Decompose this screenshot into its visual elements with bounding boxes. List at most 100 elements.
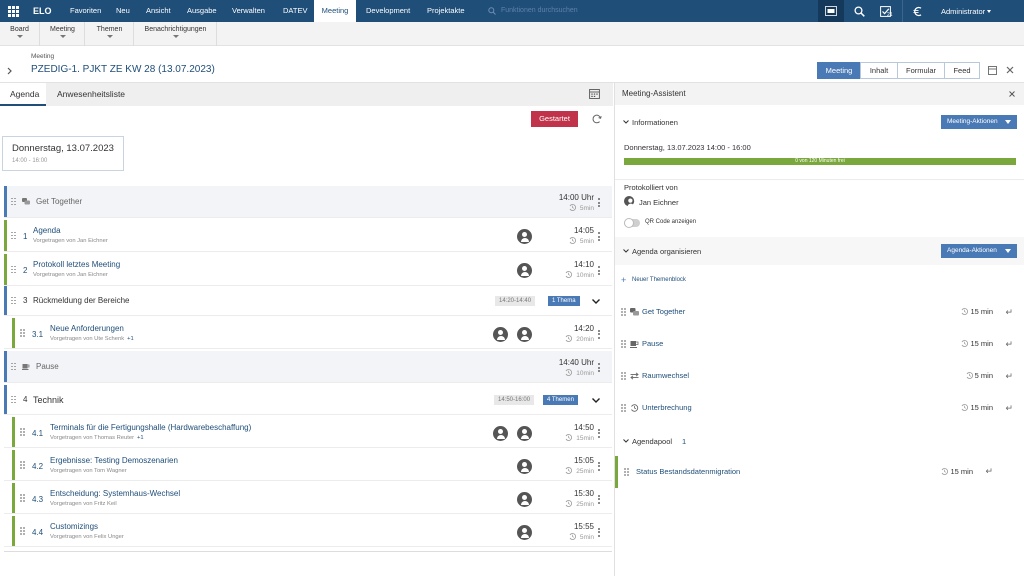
drag-handle-icon[interactable] (11, 197, 16, 206)
nav-verwalten[interactable]: Verwalten (223, 0, 274, 22)
drag-handle-icon[interactable] (11, 395, 16, 404)
tab-agenda[interactable]: Agenda (0, 83, 46, 106)
return-arrow-icon[interactable]: ↵ (985, 466, 993, 477)
agenda-row-item[interactable]: 1 Agenda Vorgetragen von Jan Eichner 14:05 5… (4, 220, 612, 252)
agenda-row-topic[interactable]: 3 Rückmeldung der Bereiche 14:20-14:40 1 Th… (4, 286, 612, 316)
item-title[interactable]: Neue Anforderungen (50, 324, 124, 333)
avatar[interactable] (517, 425, 532, 441)
drag-handle-icon[interactable] (621, 308, 626, 316)
agenda-row-block[interactable]: Get Together 14:00 Uhr 5min (4, 186, 612, 218)
qr-toggle[interactable] (624, 218, 640, 228)
drag-handle-icon[interactable] (20, 329, 25, 337)
view-inhalt[interactable]: Inhalt (860, 62, 898, 79)
window-layout-icon[interactable] (988, 66, 997, 75)
return-arrow-icon[interactable]: ↵ (1005, 371, 1013, 382)
drag-handle-icon[interactable] (621, 404, 626, 412)
close-icon[interactable] (1006, 66, 1014, 74)
agenda-row-sub[interactable]: 4.2 Ergebnisse: Testing Demoszenarien Vorg… (4, 450, 612, 481)
view-formular[interactable]: Formular (897, 62, 945, 79)
tab-anwesenheitsliste[interactable]: Anwesenheitsliste (47, 83, 135, 106)
collapse-chevron-icon[interactable] (592, 299, 600, 304)
item-title[interactable]: Rückmeldung der Bereiche (33, 296, 130, 305)
drag-handle-icon[interactable] (20, 428, 25, 436)
nav-neu[interactable]: Neu (107, 0, 139, 22)
avatar[interactable] (517, 263, 532, 278)
drag-handle-icon[interactable] (621, 372, 626, 380)
nav-favoriten[interactable]: Favoriten (61, 0, 110, 22)
pool-section-header[interactable]: Agendapool 1 (615, 429, 1024, 453)
status-started-button[interactable]: Gestartet (531, 111, 578, 127)
more-options-icon[interactable] (598, 266, 600, 275)
nav-projektakte[interactable]: Projektakte (418, 0, 474, 22)
nav-datev[interactable]: DATEV (274, 0, 316, 22)
collapse-chevron-icon[interactable] (592, 398, 600, 403)
app-grid-icon[interactable] (0, 0, 26, 22)
avatar[interactable] (493, 326, 508, 342)
nav-ausgabe[interactable]: Ausgabe (178, 0, 226, 22)
drag-handle-icon[interactable] (11, 362, 16, 371)
search-box[interactable]: Funktionen durchsuchen (484, 0, 814, 22)
nav-meeting[interactable]: Meeting (314, 0, 356, 22)
agenda-row-sub[interactable]: 4.4 Customizings Vorgetragen von Felix Ung… (4, 516, 612, 547)
agenda-block-item[interactable]: Pause 15 min ↵ (615, 329, 1024, 359)
item-title[interactable]: Protokoll letztes Meeting (33, 260, 120, 269)
more-options-icon[interactable] (598, 232, 600, 241)
avatar[interactable] (517, 229, 532, 244)
more-options-icon[interactable] (598, 527, 600, 537)
agenda-row-sub[interactable]: 4.3 Entscheidung: Systemhaus-Wechsel Vorge… (4, 483, 612, 514)
more-options-icon[interactable] (598, 329, 600, 339)
return-arrow-icon[interactable]: ↵ (1005, 339, 1013, 350)
return-arrow-icon[interactable]: ↵ (1005, 307, 1013, 318)
search-button[interactable] (846, 0, 872, 22)
drag-handle-icon[interactable] (11, 231, 16, 240)
agenda-row-block[interactable]: Pause 14:40 Uhr 10min (4, 351, 612, 383)
drag-handle-icon[interactable] (20, 461, 25, 469)
drag-handle-icon[interactable] (20, 527, 25, 535)
agenda-row-sub[interactable]: 3.1 Neue Anforderungen Vorgetragen von Ute… (4, 318, 612, 349)
drag-handle-icon[interactable] (11, 265, 16, 274)
avatar[interactable] (517, 458, 532, 474)
tasks-button[interactable]: 21 (872, 0, 898, 22)
item-title[interactable]: Entscheidung: Systemhaus-Wechsel (50, 489, 180, 498)
view-feed[interactable]: Feed (944, 62, 980, 79)
nav-ansicht[interactable]: Ansicht (137, 0, 180, 22)
more-options-icon[interactable] (598, 198, 600, 207)
avatar[interactable] (493, 425, 508, 441)
item-title[interactable]: Agenda (33, 226, 61, 235)
agenda-row-item[interactable]: 2 Protokoll letztes Meeting Vorgetragen vo… (4, 254, 612, 286)
agenda-row-sub[interactable]: 4.1 Terminals für die Fertigungshalle (Ha… (4, 417, 612, 448)
more-options-icon[interactable] (598, 494, 600, 504)
pool-item[interactable]: Status Bestandsdatenmigration 15 min ↵ (615, 456, 1024, 488)
avatar[interactable] (517, 524, 532, 540)
return-arrow-icon[interactable]: ↵ (1005, 403, 1013, 414)
toolbar-themen[interactable]: Themen (86, 22, 134, 46)
avatar[interactable] (517, 491, 532, 507)
expand-chevron-icon[interactable] (7, 67, 12, 75)
agenda-row-topic[interactable]: 4 Technik 14:50-16:00 4 Themen (4, 385, 612, 415)
calendar-icon[interactable] (589, 88, 600, 99)
agenda-block-item[interactable]: Raumwechsel 5 min ↵ (615, 361, 1024, 391)
item-title[interactable]: Customizings (50, 522, 98, 531)
finance-button[interactable] (904, 0, 930, 22)
avatar[interactable] (517, 326, 532, 342)
item-title[interactable]: Technik (33, 395, 64, 405)
more-options-icon[interactable] (598, 428, 600, 438)
nav-development[interactable]: Development (357, 0, 419, 22)
user-menu[interactable]: Administrator (933, 0, 1023, 22)
new-block-link[interactable]: + Neuer Themenblock (621, 275, 741, 287)
meeting-actions-button[interactable]: Meeting-Aktionen (941, 115, 1017, 129)
toolbar-benachrichtigungen[interactable]: Benachrichtigungen (135, 22, 217, 46)
drag-handle-icon[interactable] (20, 494, 25, 502)
toolbar-meeting[interactable]: Meeting (41, 22, 85, 46)
agenda-actions-button[interactable]: Agenda-Aktionen (941, 244, 1017, 258)
close-icon[interactable] (1009, 91, 1015, 97)
drag-handle-icon[interactable] (11, 296, 16, 305)
view-meeting[interactable]: Meeting (817, 62, 861, 79)
refresh-icon[interactable] (592, 114, 602, 124)
agenda-block-item[interactable]: Unterbrechung 15 min ↵ (615, 393, 1024, 423)
more-options-icon[interactable] (598, 461, 600, 471)
elo-tile-button[interactable] (818, 0, 844, 22)
item-title[interactable]: Terminals für die Fertigungshalle (Hardw… (50, 423, 251, 432)
drag-handle-icon[interactable] (624, 468, 629, 476)
toolbar-board[interactable]: Board (0, 22, 40, 46)
